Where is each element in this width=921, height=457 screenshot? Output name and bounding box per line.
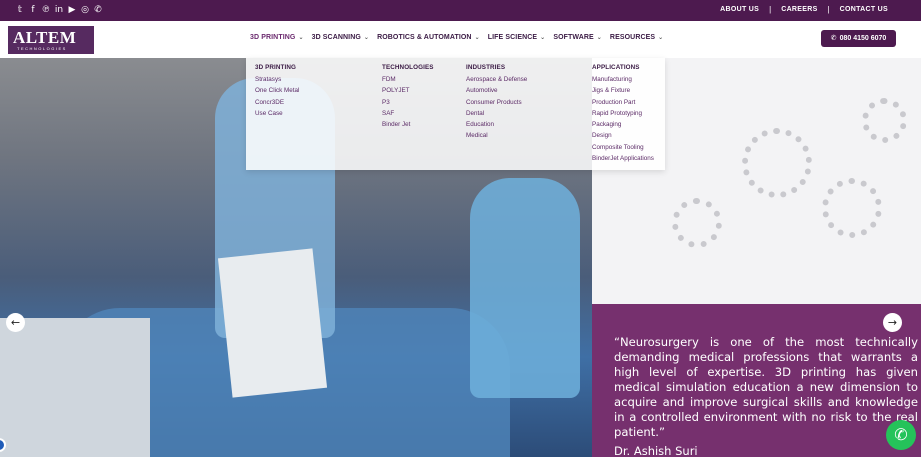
- phone-icon: ✆: [830, 34, 837, 42]
- contact-us-link[interactable]: CONTACT US: [840, 6, 888, 13]
- nav-label: RESOURCES: [609, 34, 656, 41]
- menu-item-design[interactable]: Design: [592, 130, 654, 141]
- linkedin-icon[interactable]: in: [54, 4, 64, 16]
- menu-column-industries: INDUSTRIES Aerospace & Defense Automotiv…: [466, 64, 527, 142]
- arrow-right-icon: →: [887, 316, 898, 329]
- nav-3d-printing[interactable]: 3D PRINTING ⌄: [250, 34, 304, 41]
- main-nav: 3D PRINTING ⌄ 3D SCANNING ⌄ ROBOTICS & AUT…: [250, 34, 663, 41]
- menu-item-composite-tooling[interactable]: Composite Tooling: [592, 142, 654, 153]
- menu-item-education[interactable]: Education: [466, 119, 527, 130]
- menu-item-jigs-fixture[interactable]: Jigs & Fixture: [592, 85, 654, 96]
- facebook-icon[interactable]: f: [28, 4, 38, 16]
- main-header: ALTEM TECHNOLOGIES 3D PRINTING ⌄ 3D SCANN…: [0, 21, 921, 58]
- instagram-icon[interactable]: ◎: [80, 4, 90, 16]
- menu-item-binderjet-applications[interactable]: BinderJet Applications: [592, 153, 654, 164]
- menu-item-p3[interactable]: P3: [382, 97, 434, 108]
- menu-item-one-click-metal[interactable]: One Click Metal: [255, 85, 299, 96]
- menu-item-packaging[interactable]: Packaging: [592, 119, 654, 130]
- nav-label: ROBOTICS & AUTOMATION: [377, 34, 472, 41]
- phone-number: 080 4150 6070: [839, 35, 887, 42]
- menu-item-concr3de[interactable]: Concr3DE: [255, 97, 299, 108]
- nav-3d-scanning[interactable]: 3D SCANNING ⌄: [312, 34, 369, 41]
- nav-label: 3D SCANNING: [311, 34, 361, 41]
- menu-column-title: APPLICATIONS: [592, 64, 640, 71]
- separator: |: [827, 5, 830, 14]
- next-slide-button[interactable]: →: [883, 313, 902, 332]
- menu-column-title: INDUSTRIES: [466, 64, 506, 71]
- gear-decoration: [672, 198, 722, 248]
- menu-column-3d-printing: 3D PRINTING Stratasys One Click Metal Co…: [255, 64, 299, 119]
- testimonial-quote: “Neurosurgery is one of the most technic…: [614, 335, 918, 439]
- youtube-icon[interactable]: ▶: [67, 4, 77, 16]
- menu-item-manufacturing[interactable]: Manufacturing: [592, 74, 654, 85]
- altem-logo[interactable]: ALTEM TECHNOLOGIES: [8, 26, 94, 54]
- menu-item-consumer-products[interactable]: Consumer Products: [466, 97, 527, 108]
- top-bar: 𝕥 f ℗ in ▶ ◎ ✆ ABOUT US | CAREERS | CONT…: [0, 0, 921, 21]
- nav-life-science[interactable]: LIFE SCIENCE ⌄: [488, 34, 546, 41]
- gear-decoration: [862, 98, 907, 143]
- menu-item-fdm[interactable]: FDM: [382, 74, 434, 85]
- phone-button[interactable]: ✆ 080 4150 6070: [821, 30, 896, 47]
- twitter-icon[interactable]: 𝕥: [15, 4, 25, 16]
- menu-item-stratasys[interactable]: Stratasys: [255, 74, 299, 85]
- menu-item-saf[interactable]: SAF: [382, 108, 434, 119]
- menu-column-title: 3D PRINTING: [255, 64, 296, 71]
- prev-slide-button[interactable]: ←: [6, 313, 25, 332]
- whatsapp-icon: ✆: [894, 425, 908, 444]
- nav-label: 3D PRINTING: [250, 34, 296, 41]
- nav-software[interactable]: SOFTWARE ⌄: [553, 34, 602, 41]
- separator: |: [769, 5, 772, 14]
- menu-column-applications: APPLICATIONS Manufacturing Jigs & Fixtur…: [592, 64, 654, 164]
- pinterest-icon[interactable]: ℗: [41, 4, 51, 16]
- chevron-down-icon: ⌄: [474, 34, 480, 41]
- arrow-left-icon: ←: [10, 316, 21, 329]
- mega-menu-3d-printing: 3D PRINTING Stratasys One Click Metal Co…: [246, 58, 665, 170]
- menu-item-use-case[interactable]: Use Case: [255, 108, 299, 119]
- logo-subtext: TECHNOLOGIES: [17, 46, 67, 51]
- chevron-down-icon: ⌄: [363, 34, 370, 41]
- nav-label: LIFE SCIENCE: [487, 34, 538, 41]
- menu-column-title: TECHNOLOGIES: [382, 64, 434, 71]
- chevron-down-icon: ⌄: [540, 34, 546, 41]
- whatsapp-icon[interactable]: ✆: [93, 4, 103, 16]
- nav-resources[interactable]: RESOURCES ⌄: [610, 34, 663, 41]
- menu-item-production-part[interactable]: Production Part: [592, 97, 654, 108]
- logo-text: ALTEM: [13, 28, 77, 47]
- nav-label: SOFTWARE: [553, 34, 594, 41]
- nav-robotics-automation[interactable]: ROBOTICS & AUTOMATION ⌄: [377, 34, 480, 41]
- menu-item-automotive[interactable]: Automotive: [466, 85, 527, 96]
- menu-item-aerospace-defense[interactable]: Aerospace & Defense: [466, 74, 527, 85]
- clipboard: [217, 248, 328, 398]
- menu-item-rapid-prototyping[interactable]: Rapid Prototyping: [592, 108, 654, 119]
- chevron-down-icon: ⌄: [298, 34, 304, 41]
- chevron-down-icon: ⌄: [658, 34, 664, 41]
- gear-decoration: [742, 128, 812, 198]
- about-us-link[interactable]: ABOUT US: [720, 6, 759, 13]
- gear-decoration: [822, 178, 882, 238]
- testimonial-author: Dr. Ashish Suri: [614, 444, 698, 457]
- testimonial-box: “Neurosurgery is one of the most technic…: [592, 304, 921, 457]
- social-links: 𝕥 f ℗ in ▶ ◎ ✆: [15, 4, 103, 16]
- menu-item-medical[interactable]: Medical: [466, 130, 527, 141]
- menu-item-binder-jet[interactable]: Binder Jet: [382, 119, 434, 130]
- menu-item-polyjet[interactable]: POLYJET: [382, 85, 434, 96]
- whatsapp-chat-button[interactable]: ✆: [886, 420, 916, 450]
- careers-link[interactable]: CAREERS: [781, 6, 817, 13]
- menu-item-dental[interactable]: Dental: [466, 108, 527, 119]
- chevron-down-icon: ⌄: [596, 34, 602, 41]
- medical-equipment: [0, 318, 150, 457]
- menu-column-technologies: TECHNOLOGIES FDM POLYJET P3 SAF Binder J…: [382, 64, 434, 130]
- top-links: ABOUT US | CAREERS | CONTACT US: [720, 5, 888, 14]
- surgeon-figure: [470, 178, 580, 398]
